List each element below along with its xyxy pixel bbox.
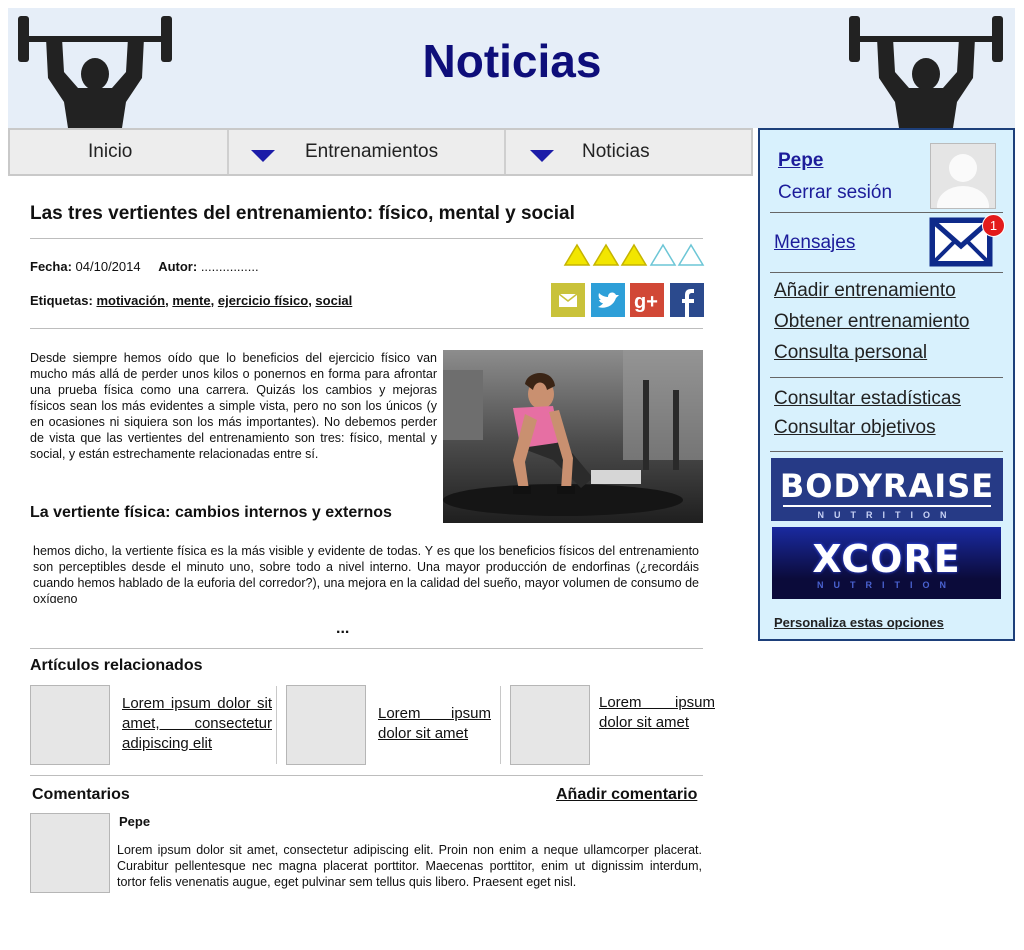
notification-badge: 1 (982, 214, 1005, 237)
related-thumbnail[interactable] (510, 685, 590, 765)
bodyraise-banner-name: BODYRAISE (779, 467, 995, 505)
divider (30, 648, 703, 649)
bodyraise-banner-sub: NUTRITION (817, 510, 957, 520)
rating-star-icon (592, 243, 620, 266)
divider (770, 212, 1003, 213)
read-more-ellipsis[interactable]: ... (336, 620, 349, 638)
page-title: Noticias (422, 35, 602, 87)
article-title: Las tres vertientes del entrenamiento: f… (30, 203, 575, 224)
divider (276, 686, 277, 764)
rating-star-icon (649, 243, 677, 266)
bodyraise-banner[interactable]: BODYRAISE NUTRITION (771, 458, 1003, 521)
messages-link[interactable]: Mensajes (774, 232, 855, 254)
sidebar-item-statistics[interactable]: Consultar estadísticas (774, 388, 961, 410)
article-intro: Desde siempre hemos oído que lo benefici… (30, 351, 437, 461)
logout-link[interactable]: Cerrar sesión (778, 182, 892, 204)
svg-text:g+: g+ (634, 291, 658, 313)
main-nav: Inicio Entrenamientos Noticias (8, 128, 753, 176)
related-thumbnail[interactable] (30, 685, 110, 765)
article-photo (443, 350, 703, 523)
nav-arrow-down-icon[interactable] (251, 150, 275, 162)
comments-title: Comentarios (32, 786, 130, 803)
sidebar-item-get-training[interactable]: Obtener entrenamiento (774, 311, 969, 333)
comment-text: Lorem ipsum dolor sit amet, consectetur … (117, 843, 702, 889)
nav-arrow-down-icon[interactable] (530, 150, 554, 162)
twitter-icon[interactable] (591, 283, 625, 317)
nav-divider (504, 130, 506, 174)
nav-item-noticias[interactable]: Noticias (582, 130, 650, 174)
xcore-banner[interactable]: XCORE NUTRITION (772, 527, 1001, 599)
rating-stars[interactable] (563, 243, 706, 267)
sidebar-item-objectives[interactable]: Consultar objetivos (774, 417, 936, 439)
divider (30, 328, 703, 329)
user-sidebar: Pepe Cerrar sesión Mensajes 1 Añadir ent… (758, 128, 1015, 641)
tags-label: Etiquetas: (30, 293, 93, 308)
tag-link[interactable]: motivación (96, 293, 165, 308)
xcore-banner-sub: NUTRITION (817, 580, 956, 590)
add-comment-link[interactable]: Añadir comentario (556, 786, 697, 804)
divider (770, 451, 1003, 452)
related-article-link[interactable]: Lorem ipsum dolor sit amet (599, 693, 715, 733)
divider (770, 377, 1003, 378)
related-thumbnail[interactable] (286, 685, 366, 765)
author-label: Autor: (158, 259, 198, 274)
divider (770, 272, 1003, 273)
avatar (930, 143, 996, 209)
sidebar-item-personal-query[interactable]: Consulta personal (774, 342, 927, 364)
nav-item-inicio[interactable]: Inicio (88, 130, 132, 174)
comment-author: Pepe (119, 814, 151, 829)
sidebar-item-add-training[interactable]: Añadir entrenamiento (774, 280, 956, 302)
nav-divider (227, 130, 229, 174)
xcore-banner-name: XCORE (772, 527, 1001, 579)
tag-link[interactable]: mente (172, 293, 210, 308)
tag-link[interactable]: ejercicio físico (218, 293, 308, 308)
google-plus-icon[interactable]: g+ (630, 283, 664, 317)
divider (500, 686, 501, 764)
username-link[interactable]: Pepe (778, 150, 823, 172)
facebook-icon[interactable] (670, 283, 704, 317)
customize-link[interactable]: Personaliza estas opciones (774, 615, 944, 630)
related-title: Artículos relacionados (30, 657, 203, 674)
divider (30, 775, 703, 776)
article-author: ................ (200, 259, 259, 274)
related-article-link[interactable]: Lorem ipsum dolor sit amet (378, 704, 491, 744)
related-article-link[interactable]: Lorem ipsum dolor sit amet, consectetur … (122, 694, 272, 754)
nav-item-entrenamientos[interactable]: Entrenamientos (305, 130, 438, 174)
article-meta: Fecha: 04/10/2014 Autor: ...............… (30, 259, 259, 274)
divider (30, 238, 703, 239)
tag-link[interactable]: social (315, 293, 352, 308)
section-subheading: La vertiente física: cambios internos y … (30, 504, 392, 521)
rating-star-icon (563, 243, 591, 266)
rating-star-icon (620, 243, 648, 266)
article-paragraph: hemos dicho, la vertiente física es la m… (33, 544, 699, 603)
article-date: 04/10/2014 (75, 259, 141, 274)
article-tags: Etiquetas: motivación, mente, ejercicio … (30, 293, 353, 308)
email-share-icon[interactable] (551, 283, 585, 317)
commenter-avatar (30, 813, 110, 893)
rating-star-icon (677, 243, 705, 266)
date-label: Fecha: (30, 259, 72, 274)
